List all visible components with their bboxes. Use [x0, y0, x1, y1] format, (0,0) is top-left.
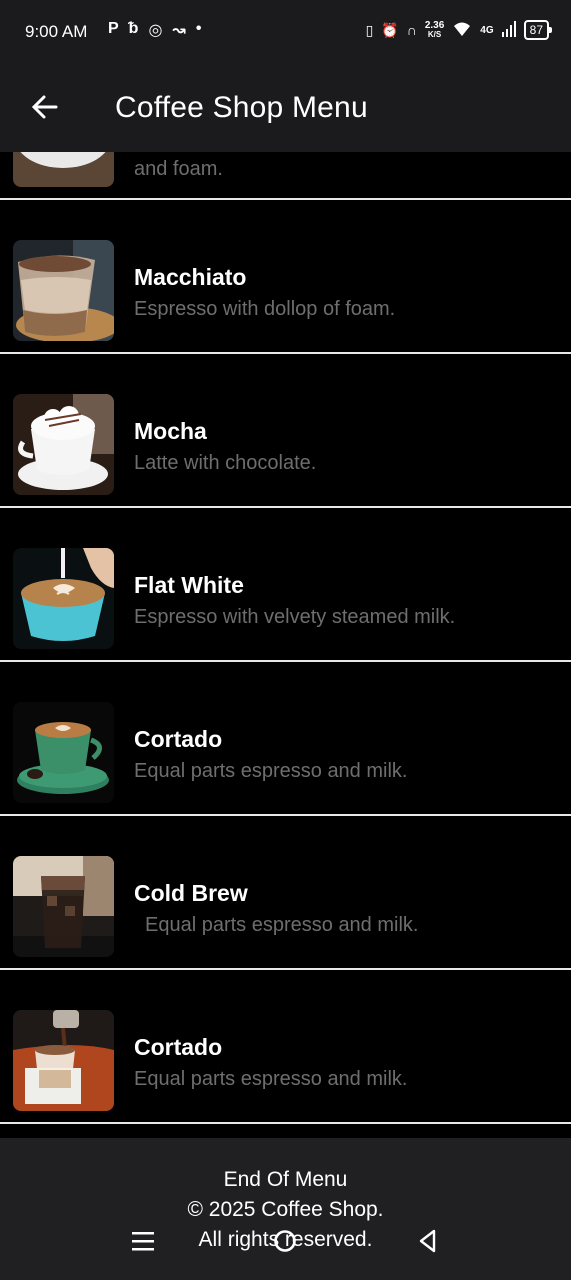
vibrate-icon: ▯ — [365, 21, 374, 38]
item-description: and foam. — [134, 158, 223, 180]
item-description: Equal parts espresso and milk. — [134, 760, 408, 782]
list-item[interactable]: and foam. — [0, 152, 571, 200]
b-icon: ᵬ — [128, 20, 139, 37]
wifi-icon — [452, 21, 472, 40]
item-description: Latte with chocolate. — [134, 452, 317, 474]
app-bar: Coffee Shop Menu — [0, 64, 571, 152]
footer-end-text: End Of Menu — [223, 1168, 348, 1191]
status-bar: 9:00 AM P ᵬ ◎ ↝ • ▯ ⏰ ∩ 2.36 K/S 4G 87 — [0, 0, 571, 64]
back-triangle-icon[interactable] — [416, 1229, 440, 1253]
home-circle-icon[interactable] — [273, 1229, 297, 1253]
system-icons: ▯ ⏰ ∩ 2.36 K/S 4G 87 — [365, 20, 553, 40]
macchiato-image — [13, 240, 114, 341]
list-item[interactable]: Cortado Equal parts espresso and milk. — [0, 664, 571, 816]
headphones-icon: ∩ — [406, 22, 417, 38]
cold-brew-image — [13, 856, 114, 957]
item-description: Equal parts espresso and milk. — [134, 1068, 408, 1090]
latte-image — [13, 152, 114, 187]
signal-icon — [501, 20, 516, 40]
page-title: Coffee Shop Menu — [115, 91, 368, 124]
battery-icon: 87 — [523, 20, 553, 40]
p-icon: P — [108, 20, 119, 37]
mocha-image — [13, 394, 114, 495]
missed-call-icon: ↝ — [172, 22, 186, 39]
list-item[interactable]: Cortado Equal parts espresso and milk. — [0, 972, 571, 1124]
item-name: Cortado — [134, 1034, 223, 1060]
list-item[interactable]: Mocha Latte with chocolate. — [0, 356, 571, 508]
item-name: Mocha — [134, 418, 207, 444]
network-speed: 2.36 K/S — [424, 20, 445, 40]
item-name: Cortado — [134, 726, 223, 752]
flat-white-image — [13, 548, 114, 649]
item-description: Espresso with velvety steamed milk. — [134, 606, 456, 628]
notification-icons: P ᵬ ◎ ↝ • — [108, 20, 201, 40]
item-description: Equal parts espresso and milk. — [145, 914, 419, 936]
list-item[interactable]: Cold Brew Equal parts espresso and milk. — [0, 818, 571, 970]
whatsapp-icon: ◎ — [148, 22, 163, 39]
network-type: 4G — [480, 24, 494, 36]
item-name: Cold Brew — [134, 880, 248, 906]
list-item[interactable]: Macchiato Espresso with dollop of foam. — [0, 202, 571, 354]
menu-icon[interactable] — [131, 1229, 155, 1253]
status-time: 9:00 AM — [25, 22, 88, 41]
cortado-image — [13, 702, 114, 803]
alarm-icon: ⏰ — [381, 21, 399, 38]
item-name: Flat White — [134, 572, 244, 598]
back-arrow-icon[interactable] — [28, 90, 62, 124]
item-name: Macchiato — [134, 264, 247, 290]
footer-copyright: © 2025 Coffee Shop. — [187, 1198, 384, 1221]
cortado-pour-image — [13, 1010, 114, 1111]
list-item[interactable]: Flat White Espresso with velvety steamed… — [0, 510, 571, 662]
dot-icon: • — [195, 20, 202, 37]
item-description: Espresso with dollop of foam. — [134, 298, 396, 320]
footer: End Of Menu © 2025 Coffee Shop. All righ… — [0, 1138, 571, 1280]
menu-list[interactable]: and foam. Macchiato Espresso with dollop… — [0, 152, 571, 1138]
